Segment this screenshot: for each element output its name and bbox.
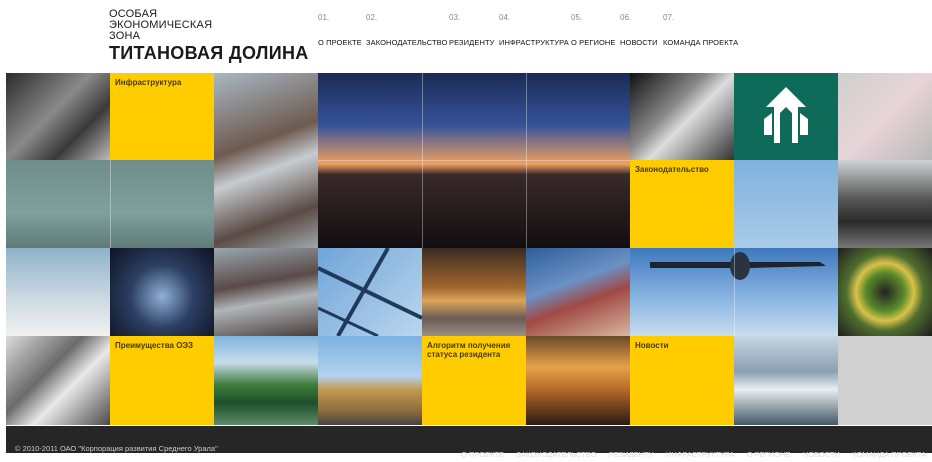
sunset-street-photo[interactable] xyxy=(526,336,630,425)
tile-divider xyxy=(110,160,111,248)
church-photo[interactable] xyxy=(318,336,422,425)
footer-nav: О ПРОЕКТЕ ЗАКОНОДАТЕЛЬСТВО РЕЗИДЕНТУ ИНФ… xyxy=(453,444,926,462)
header: ОСОБАЯ ЭКОНОМИЧЕСКАЯ ЗОНА ТИТАНОВАЯ ДОЛИ… xyxy=(0,0,932,72)
welder-worker-photo[interactable] xyxy=(526,248,630,336)
footer-link-resident[interactable]: РЕЗИДЕНТУ xyxy=(609,450,654,459)
nav-item-infrastructure[interactable]: 04. ИНФРАСТРУКТУРА xyxy=(499,13,569,47)
blossom-sky-photo[interactable] xyxy=(6,160,214,248)
blossom-branch-lower-photo[interactable] xyxy=(214,248,318,336)
photo-mosaic-grid: Инфраструктура Законодательство Преимуще… xyxy=(6,73,932,425)
footer-link-infrastructure[interactable]: ИНФРАСТРУКТУРА xyxy=(666,450,734,459)
steel-beams-icon xyxy=(318,248,422,336)
metal-scrap-photo[interactable] xyxy=(6,336,110,425)
tile-infrastructure[interactable]: Инфраструктура xyxy=(110,73,214,160)
nav-label: ИНФРАСТРУКТУРА xyxy=(499,38,569,47)
region-emblem-tile[interactable] xyxy=(734,73,838,160)
tile-advantages-label: Преимущества ОЭЗ xyxy=(115,341,194,350)
nav-item-region[interactable]: 05. О РЕГИОНЕ xyxy=(571,13,616,47)
nav-item-legislation[interactable]: 02. ЗАКОНОДАТЕЛЬСТВО xyxy=(366,13,447,47)
nav-item-about[interactable]: 01. О ПРОЕКТЕ xyxy=(318,13,362,47)
footer-link-team[interactable]: КОМАНДА ПРОЕКТА xyxy=(852,450,926,459)
tile-divider xyxy=(734,248,735,336)
airplane-photo[interactable] xyxy=(630,248,838,336)
tile-legislation[interactable]: Законодательство xyxy=(630,160,734,248)
officials-meeting-photo[interactable] xyxy=(838,160,932,248)
cosmonaut-photo[interactable] xyxy=(630,73,734,160)
nav-number: 05. xyxy=(571,13,583,22)
nav-item-team[interactable]: 07. КОМАНДА ПРОЕКТА xyxy=(663,13,738,47)
footer-link-news[interactable]: НОВОСТИ xyxy=(803,450,840,459)
fountain-photo[interactable] xyxy=(734,336,838,425)
nav-number: 04. xyxy=(499,13,511,22)
nav-number: 01. xyxy=(318,13,330,22)
industrial-roll-photo[interactable] xyxy=(110,248,214,336)
nav-number: 06. xyxy=(620,13,632,22)
footer-link-legislation[interactable]: ЗАКОНОДАТЕЛЬСТВО xyxy=(517,450,597,459)
nav-label: О РЕГИОНЕ xyxy=(571,38,616,47)
nav-label: РЕЗИДЕНТУ xyxy=(449,38,495,47)
city-night-panorama-photo[interactable] xyxy=(318,73,630,248)
metal-ring-photo[interactable] xyxy=(838,248,932,336)
logo-title: ТИТАНОВАЯ ДОЛИНА xyxy=(109,43,309,63)
steel-structure-photo[interactable] xyxy=(318,248,422,336)
nav-number: 03. xyxy=(449,13,461,22)
tile-algorithm[interactable]: Алгоритм получения статуса резидента xyxy=(422,336,526,425)
tile-algorithm-label: Алгоритм получения статуса резидента xyxy=(427,341,511,359)
nav-number: 02. xyxy=(366,13,378,22)
river-landscape-photo[interactable] xyxy=(214,336,318,425)
russia-map-photo[interactable] xyxy=(838,73,932,160)
copyright-text: © 2010-2011 ОАО "Корпорация развития Сре… xyxy=(15,444,218,453)
emblem-icon xyxy=(764,87,808,143)
nav-label: ЗАКОНОДАТЕЛЬСТВО xyxy=(366,38,448,47)
tile-infrastructure-label: Инфраструктура xyxy=(115,78,182,87)
tile-news-label: Новости xyxy=(635,341,669,350)
tile-advantages[interactable]: Преимущества ОЭЗ xyxy=(110,336,214,425)
footer-link-about[interactable]: О ПРОЕКТЕ xyxy=(461,450,504,459)
tile-legislation-label: Законодательство xyxy=(635,165,709,174)
nav-item-resident[interactable]: 03. РЕЗИДЕНТУ xyxy=(449,13,495,47)
nav-label: КОМАНДА ПРОЕКТА xyxy=(663,38,739,47)
turbine-engine-photo[interactable] xyxy=(6,73,110,160)
nav-number: 07. xyxy=(663,13,675,22)
nav-label: О ПРОЕКТЕ xyxy=(318,38,362,47)
nav-item-news[interactable]: 06. НОВОСТИ xyxy=(620,13,658,47)
clouds-photo[interactable] xyxy=(6,248,110,336)
site-logo[interactable]: ОСОБАЯ ЭКОНОМИЧЕСКАЯ ЗОНА ТИТАНОВАЯ ДОЛИ… xyxy=(109,9,309,64)
theatre-building-photo[interactable] xyxy=(422,248,526,336)
footer: © 2010-2011 ОАО "Корпорация развития Сре… xyxy=(6,426,932,459)
tile-news[interactable]: Новости xyxy=(630,336,734,425)
blossom-branch-photo[interactable] xyxy=(214,73,318,248)
empty-grey-tile xyxy=(838,336,932,425)
footer-link-region[interactable]: О РЕГИОНЕ xyxy=(747,450,791,459)
logo-line-3: ЗОНА xyxy=(109,30,141,42)
airplane-sky-photo[interactable] xyxy=(734,160,838,248)
tile-divider xyxy=(318,160,630,161)
nav-label: НОВОСТИ xyxy=(620,38,658,47)
